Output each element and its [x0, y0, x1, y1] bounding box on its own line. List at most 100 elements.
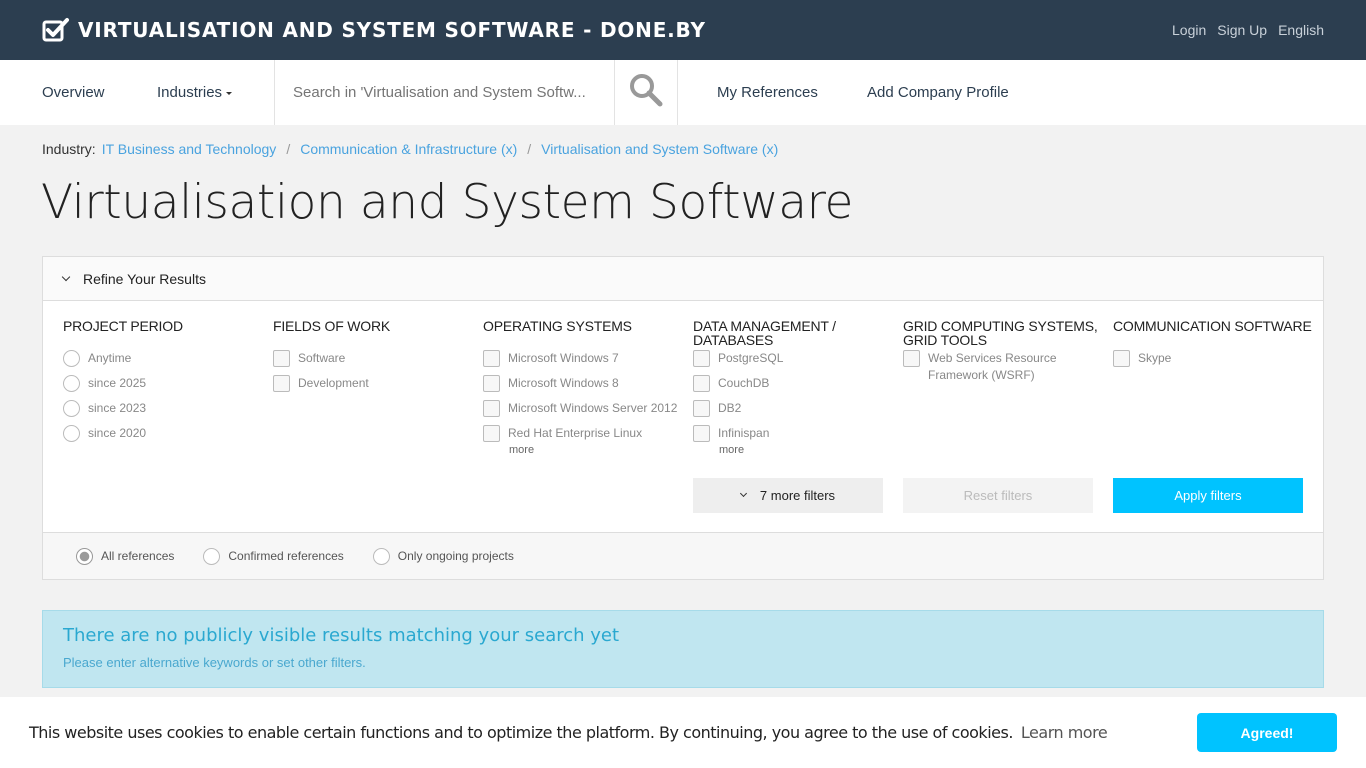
cookie-banner: This website uses cookies to enable cert… [0, 697, 1366, 768]
brand[interactable]: VIRTUALISATION AND SYSTEM SOFTWARE - DON… [42, 17, 706, 43]
checkbox[interactable] [1113, 350, 1130, 367]
filter-option[interactable]: since 2023 [63, 400, 273, 417]
radio-button[interactable] [63, 375, 80, 392]
reference-type-label: Only ongoing projects [397, 549, 514, 563]
signup-link[interactable]: Sign Up [1217, 22, 1267, 38]
radio-button[interactable] [63, 425, 80, 442]
nav-add-company[interactable]: Add Company Profile [867, 60, 1027, 125]
filter-option[interactable]: Microsoft Windows 7 [483, 350, 693, 367]
no-results-alert: There are no publicly visible results ma… [42, 610, 1324, 688]
radio-button[interactable] [203, 547, 221, 565]
filter-column-title: PROJECT PERIOD [63, 318, 183, 334]
filter-option-label: Development [298, 376, 369, 390]
nav-industries-label: Industries [157, 84, 223, 101]
filter-option[interactable]: Web Services Resource Framework (WSRF) [903, 350, 1073, 384]
nav-industries[interactable]: Industries [157, 60, 274, 125]
checkbox[interactable] [273, 375, 290, 392]
filter-column-operating-systems: OPERATING SYSTEMS Microsoft Windows 7 Mi… [483, 319, 693, 456]
more-link[interactable]: more [509, 444, 693, 456]
checkbox[interactable] [483, 375, 500, 392]
chevron-down-icon [61, 272, 71, 281]
filter-option[interactable]: DB2 [693, 400, 903, 417]
checkbox[interactable] [693, 350, 710, 367]
filter-option[interactable]: Anytime [63, 350, 273, 367]
more-filters-button[interactable]: 7 more filters [693, 478, 883, 513]
language-link[interactable]: English [1278, 22, 1324, 38]
more-filters-label: 7 more filters [759, 488, 836, 503]
search-input[interactable] [275, 60, 614, 125]
reset-filters-button[interactable]: Reset filters [903, 478, 1093, 513]
filter-option[interactable]: Microsoft Windows 8 [483, 375, 693, 392]
filter-option-label: since 2025 [88, 376, 147, 390]
reference-type-option[interactable]: All references [76, 547, 174, 565]
reference-type-label: Confirmed references [228, 549, 344, 563]
radio-button[interactable] [372, 547, 390, 565]
radio-button[interactable] [63, 350, 80, 367]
checkbox[interactable] [903, 350, 920, 367]
checkbox[interactable] [693, 400, 710, 417]
filter-option-label: Infinispan [718, 426, 770, 440]
filter-option[interactable]: PostgreSQL [693, 350, 903, 367]
filter-column-title: OPERATING SYSTEMS [483, 318, 632, 334]
filter-option[interactable]: Skype [1113, 350, 1323, 367]
login-link[interactable]: Login [1172, 22, 1206, 38]
reference-type-bar: All references Confirmed references Only… [43, 532, 1323, 579]
filter-option-label: Web Services Resource Framework (WSRF) [928, 351, 1057, 382]
radio-button-selected[interactable] [76, 547, 93, 565]
checkbox[interactable] [273, 350, 290, 367]
cookie-learn-more-link[interactable]: Learn more [1021, 723, 1108, 742]
checkbox[interactable] [483, 400, 500, 417]
filter-columns: PROJECT PERIOD Anytime since 2025 since … [63, 319, 1323, 456]
breadcrumb-item[interactable]: Communication & Infrastructure (x) [300, 141, 517, 157]
nav-my-references[interactable]: My References [717, 60, 867, 125]
filter-option-label: Red Hat Enterprise Linux [508, 426, 643, 440]
filter-option-label: since 2020 [88, 426, 147, 440]
search-button[interactable] [614, 60, 678, 125]
filter-option-label: Microsoft Windows Server 2012 [508, 401, 678, 415]
breadcrumb-item[interactable]: Virtualisation and System Software (x) [541, 141, 778, 157]
filter-option[interactable]: since 2025 [63, 375, 273, 392]
filter-option-label: CouchDB [718, 376, 770, 390]
filter-option[interactable]: Software [273, 350, 483, 367]
filter-option[interactable]: CouchDB [693, 375, 903, 392]
refine-toggle[interactable]: Refine Your Results [43, 257, 1323, 301]
filter-option[interactable]: Red Hat Enterprise Linux [483, 425, 693, 442]
filter-option[interactable]: Infinispan [693, 425, 903, 442]
nav-overview[interactable]: Overview [42, 60, 157, 125]
refine-label: Refine Your Results [83, 270, 206, 287]
filter-column-title: FIELDS OF WORK [273, 318, 390, 334]
apply-filters-button[interactable]: Apply filters [1113, 478, 1303, 513]
checkbox[interactable] [483, 350, 500, 367]
filter-option-label: since 2023 [88, 401, 147, 415]
page-title: Virtualisation and System Software [41, 175, 854, 230]
radio-button[interactable] [63, 400, 80, 417]
filter-column-title: COMMUNICATION SOFTWARE [1113, 318, 1312, 334]
filter-column-grid-computing: GRID COMPUTING SYSTEMS, GRID TOOLS Web S… [903, 319, 1113, 456]
reference-type-option[interactable]: Confirmed references [203, 547, 344, 565]
filter-option[interactable]: Development [273, 375, 483, 392]
checkbox[interactable] [693, 425, 710, 442]
more-link[interactable]: more [719, 444, 903, 456]
cookie-accept-button[interactable]: Agreed! [1197, 713, 1337, 752]
filter-option-label: DB2 [718, 401, 742, 415]
filter-option[interactable]: since 2020 [63, 425, 273, 442]
breadcrumb-separator: / [286, 141, 291, 157]
breadcrumb-item[interactable]: IT Business and Technology [102, 141, 277, 157]
filter-column-databases: DATA MANAGEMENT / DATABASES PostgreSQL C… [693, 319, 903, 456]
checkbox[interactable] [483, 425, 500, 442]
filter-column-project-period: PROJECT PERIOD Anytime since 2025 since … [63, 319, 273, 456]
alert-title: There are no publicly visible results ma… [63, 625, 620, 646]
filter-column-title: GRID COMPUTING SYSTEMS, GRID TOOLS [903, 318, 1098, 348]
caret-down-icon [226, 92, 233, 95]
brand-title: VIRTUALISATION AND SYSTEM SOFTWARE - DON… [78, 18, 706, 42]
checkbox[interactable] [693, 375, 710, 392]
filter-column-communication-software: COMMUNICATION SOFTWARE Skype [1113, 319, 1323, 456]
alert-text: Please enter alternative keywords or set… [63, 655, 366, 670]
breadcrumb: Industry: IT Business and Technology / C… [42, 141, 778, 157]
search-box [274, 60, 678, 125]
reference-type-option[interactable]: Only ongoing projects [372, 547, 514, 565]
cookie-text: This website uses cookies to enable cert… [29, 723, 1013, 742]
filter-option[interactable]: Microsoft Windows Server 2012 [483, 400, 693, 417]
breadcrumb-separator: / [527, 141, 532, 157]
filter-option-label: PostgreSQL [718, 351, 784, 365]
